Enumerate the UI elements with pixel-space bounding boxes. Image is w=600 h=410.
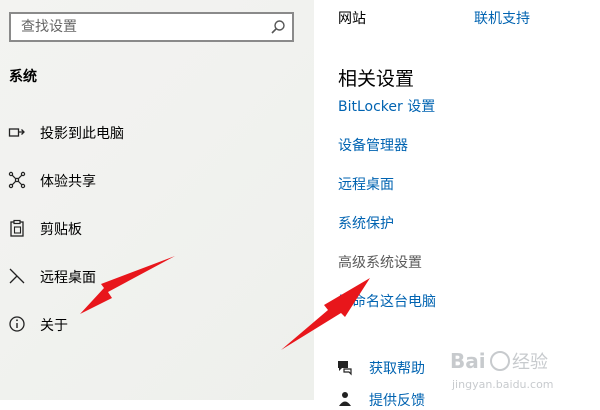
svg-text:jingyan.baidu.com: jingyan.baidu.com: [451, 378, 554, 391]
info-icon: [9, 316, 25, 332]
get-help-link[interactable]: 获取帮助: [369, 358, 425, 378]
advanced-system-settings-link[interactable]: 高级系统设置: [338, 252, 422, 272]
search-icon[interactable]: [270, 19, 286, 35]
help-chat-icon: [338, 361, 352, 376]
svg-text:Bai: Bai: [450, 349, 486, 373]
settings-sidebar: 系统 投影到此电脑 体验共享 剪贴板 远程桌面: [0, 0, 314, 400]
device-manager-link[interactable]: 设备管理器: [338, 135, 408, 155]
remote-desktop-icon: [9, 268, 25, 284]
related-settings-heading: 相关设置: [338, 68, 415, 90]
website-label: 网站: [338, 11, 366, 27]
feedback-link[interactable]: 提供反馈: [369, 390, 425, 410]
main-pane: 网站 联机支持 相关设置 BitLocker 设置 设备管理器 远程桌面 系统保…: [314, 0, 600, 409]
online-support-link[interactable]: 联机支持: [474, 8, 530, 28]
sidebar-item-share[interactable]: 体验共享: [0, 162, 314, 198]
sidebar-item-about[interactable]: 关于: [0, 306, 314, 342]
project-icon: [8, 128, 25, 137]
feedback-icon: [339, 392, 351, 406]
sidebar-item-project[interactable]: 投影到此电脑: [0, 114, 314, 150]
sidebar-item-label: 远程桌面: [40, 270, 96, 286]
clipboard-icon: [10, 219, 24, 237]
sidebar-item-clipboard[interactable]: 剪贴板: [0, 210, 314, 246]
sidebar-item-label: 投影到此电脑: [40, 126, 124, 142]
bitlocker-settings-link[interactable]: BitLocker 设置: [338, 96, 435, 116]
sidebar-section-title: 系统: [9, 69, 37, 85]
svg-text:经验: 经验: [512, 352, 548, 373]
baidu-watermark: Bai 经验 jingyan.baidu.com: [448, 346, 593, 396]
sidebar-item-label: 剪贴板: [40, 222, 82, 238]
system-protection-link[interactable]: 系统保护: [338, 213, 394, 233]
rename-pc-link[interactable]: 重命名这台电脑: [338, 291, 436, 311]
sidebar-item-label: 关于: [40, 318, 68, 334]
search-box[interactable]: [9, 12, 294, 42]
remote-desktop-link[interactable]: 远程桌面: [338, 174, 394, 194]
share-icon: [8, 171, 26, 189]
sidebar-item-remote-desktop[interactable]: 远程桌面: [0, 258, 314, 294]
sidebar-item-label: 体验共享: [40, 174, 96, 190]
search-input[interactable]: [11, 14, 271, 40]
